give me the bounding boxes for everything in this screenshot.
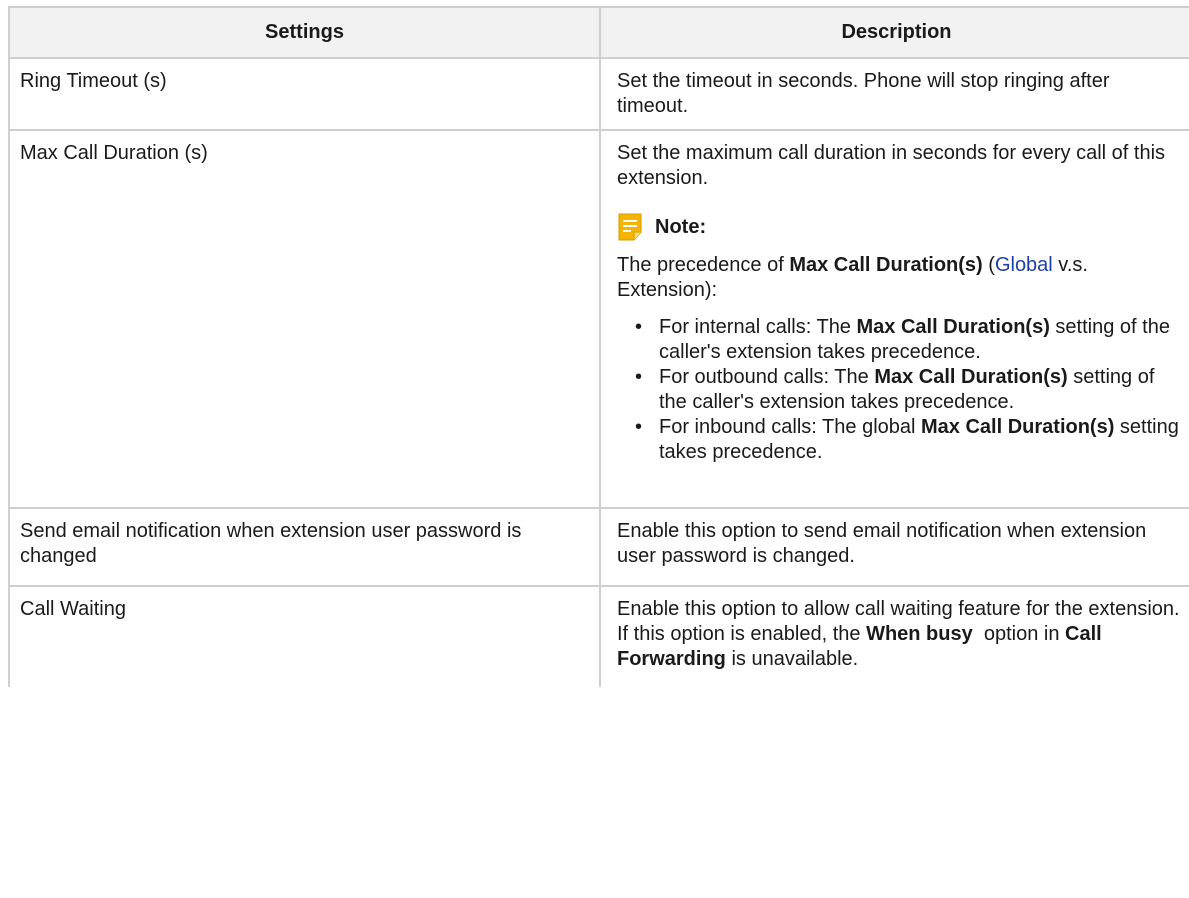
note-list: For internal calls: The Max Call Duratio…	[617, 315, 1184, 465]
description-ring-timeout: Set the timeout in seconds. Phone will s…	[599, 57, 1189, 131]
setting-ring-timeout: Ring Timeout (s)	[8, 57, 601, 131]
note-heading: Note:	[617, 213, 1184, 241]
list-item: For inbound calls: The global Max Call D…	[635, 415, 1184, 465]
note-title: Note:	[655, 215, 707, 238]
list-item-bold: Max Call Duration(s)	[874, 366, 1068, 388]
table-row: Send email notification when extension u…	[8, 507, 1189, 587]
setting-email-notification: Send email notification when extension u…	[8, 507, 601, 587]
note-intro-bold: Max Call Duration(s)	[789, 254, 983, 276]
list-item: For outbound calls: The Max Call Duratio…	[635, 365, 1184, 415]
note-intro-open: (	[988, 254, 995, 276]
description-call-waiting: Enable this option to allow call waiting…	[599, 585, 1189, 687]
list-item-bold: Max Call Duration(s)	[921, 416, 1115, 438]
list-item-bold: Max Call Duration(s)	[856, 316, 1050, 338]
table-row: Max Call Duration (s) Set the maximum ca…	[8, 129, 1189, 509]
setting-call-waiting: Call Waiting	[8, 585, 601, 687]
list-item-prefix: For outbound calls: The	[659, 366, 875, 388]
table-row: Ring Timeout (s) Set the timeout in seco…	[8, 57, 1189, 131]
note-icon	[617, 213, 643, 241]
setting-max-call-duration: Max Call Duration (s)	[8, 129, 601, 509]
header-settings: Settings	[8, 6, 601, 59]
note-intro-prefix: The precedence of	[617, 254, 790, 276]
header-description: Description	[599, 6, 1189, 59]
table-header-row: Settings Description	[8, 6, 1189, 59]
note-intro: The precedence of Max Call Duration(s) (…	[617, 253, 1184, 303]
list-item-prefix: For internal calls: The	[659, 316, 857, 338]
description-max-call-duration: Set the maximum call duration in seconds…	[599, 129, 1189, 509]
list-item: For internal calls: The Max Call Duratio…	[635, 315, 1184, 365]
call-waiting-desc-suffix: is unavailable.	[725, 648, 859, 670]
global-link[interactable]: Global	[995, 254, 1053, 276]
list-item-prefix: For inbound calls: The global	[659, 416, 922, 438]
max-call-description-text: Set the maximum call duration in seconds…	[617, 142, 1166, 189]
call-waiting-desc-middle: option in	[972, 623, 1066, 645]
table-row: Call Waiting Enable this option to allow…	[8, 585, 1189, 687]
description-email-notification: Enable this option to send email notific…	[599, 507, 1189, 587]
call-waiting-bold-when-busy: When busy	[866, 623, 973, 645]
settings-table: Settings Description Ring Timeout (s) Se…	[8, 6, 1189, 687]
